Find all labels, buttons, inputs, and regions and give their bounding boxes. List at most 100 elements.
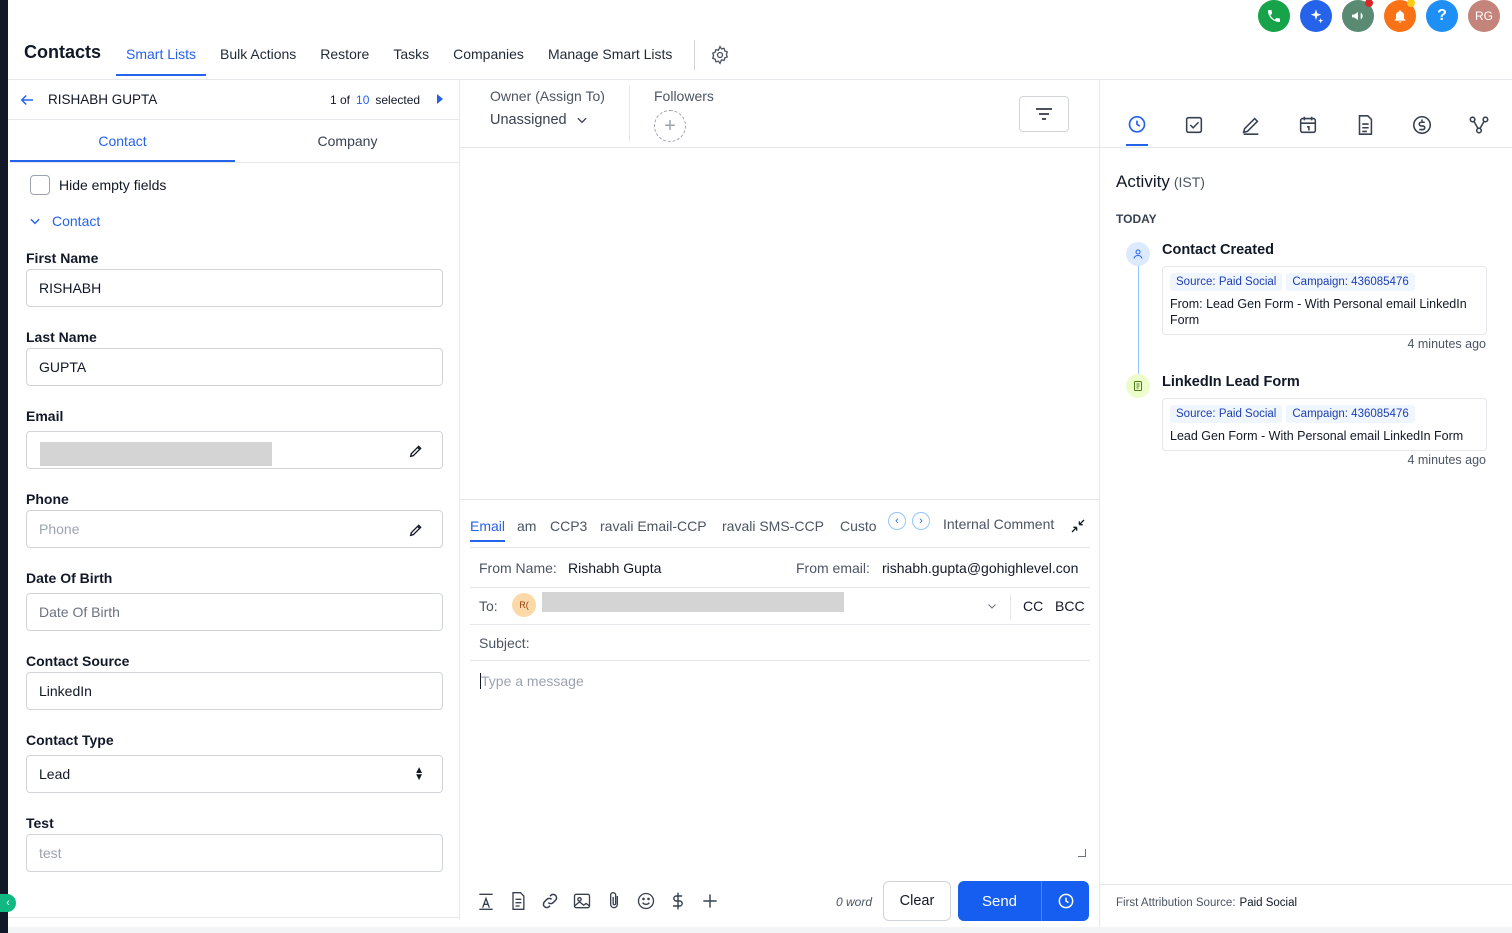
sparkle-icon[interactable] bbox=[1300, 0, 1332, 32]
megaphone-icon[interactable] bbox=[1342, 0, 1374, 32]
bcc-button[interactable]: BCC bbox=[1055, 598, 1085, 614]
cc-button[interactable]: CC bbox=[1023, 598, 1043, 614]
schedule-send-button[interactable] bbox=[1042, 881, 1089, 921]
divider bbox=[1010, 594, 1011, 620]
contact-type-select[interactable]: Lead ▲ ▼ bbox=[26, 755, 443, 793]
tab-companies[interactable]: Companies bbox=[443, 36, 534, 76]
note-pen-icon[interactable] bbox=[1240, 114, 1262, 136]
dollar-icon[interactable] bbox=[668, 891, 688, 911]
phone-field[interactable]: Phone bbox=[26, 510, 443, 548]
text-format-icon[interactable] bbox=[476, 891, 496, 911]
chevron-down-icon[interactable] bbox=[986, 600, 998, 612]
minimize-icon[interactable] bbox=[1070, 518, 1086, 534]
pencil-icon[interactable] bbox=[408, 443, 424, 459]
avatar[interactable]: RG bbox=[1468, 0, 1500, 32]
page-title: Contacts bbox=[24, 42, 102, 62]
attribution-footer: First Attribution Source: Paid Social bbox=[1100, 884, 1512, 922]
attachment-icon[interactable] bbox=[604, 891, 624, 911]
tab-contact[interactable]: Contact bbox=[10, 120, 235, 162]
emoji-icon[interactable] bbox=[636, 891, 656, 911]
task-icon[interactable] bbox=[1183, 114, 1205, 136]
channel-tab-custom[interactable]: Custo bbox=[840, 518, 877, 534]
send-button[interactable]: Send bbox=[958, 881, 1041, 921]
channel-tab-ravali-email[interactable]: ravali Email-CCP bbox=[600, 518, 707, 534]
activity-title: Activity (IST) bbox=[1116, 172, 1205, 192]
contact-source-field[interactable]: LinkedIn bbox=[26, 672, 443, 710]
gear-icon[interactable] bbox=[710, 45, 730, 65]
subject-label: Subject: bbox=[479, 635, 530, 651]
last-name-label: Last Name bbox=[26, 329, 97, 345]
message-input[interactable]: Type a message bbox=[470, 661, 1090, 861]
link-icon[interactable] bbox=[540, 891, 560, 911]
template-icon[interactable] bbox=[508, 891, 528, 911]
scroll-left-icon[interactable]: ‹ bbox=[888, 512, 906, 530]
subject-row[interactable]: Subject: bbox=[470, 625, 1090, 661]
tab-company[interactable]: Company bbox=[235, 120, 460, 162]
select-arrows-icon: ▲ ▼ bbox=[414, 765, 424, 783]
filter-icon bbox=[1036, 108, 1052, 120]
back-arrow-icon[interactable] bbox=[18, 91, 36, 109]
from-name-value[interactable]: Rishabh Gupta bbox=[568, 560, 661, 576]
owner-value: Unassigned bbox=[490, 112, 567, 128]
from-email-value[interactable]: rishabh.gupta@gohighlevel.con bbox=[882, 560, 1090, 576]
divider bbox=[629, 86, 630, 142]
calendar-icon[interactable] bbox=[1297, 114, 1319, 136]
payment-icon[interactable] bbox=[1411, 114, 1433, 136]
dob-label: Date Of Birth bbox=[26, 570, 113, 586]
next-record-icon[interactable] bbox=[437, 94, 443, 104]
hide-empty-label: Hide empty fields bbox=[59, 177, 167, 193]
resize-handle[interactable] bbox=[1078, 849, 1086, 857]
test-field[interactable]: test bbox=[26, 834, 443, 872]
channel-tab-ravali-sms[interactable]: ravali SMS-CCP bbox=[722, 518, 824, 534]
source-chip: Source: Paid Social bbox=[1170, 273, 1283, 291]
tab-restore[interactable]: Restore bbox=[310, 36, 379, 76]
internal-comment-tab[interactable]: Internal Comment bbox=[943, 516, 1054, 532]
from-email-label: From email: bbox=[796, 560, 870, 576]
channel-tab-email[interactable]: Email bbox=[470, 518, 506, 542]
contact-name: RISHABH GUPTA bbox=[48, 92, 158, 107]
plus-icon[interactable] bbox=[700, 891, 720, 911]
message-placeholder: Type a message bbox=[481, 673, 584, 689]
form-icon bbox=[1126, 374, 1150, 398]
scroll-right-icon[interactable]: › bbox=[912, 512, 930, 530]
campaign-chip: Campaign: 436085476 bbox=[1286, 405, 1415, 423]
document-icon[interactable] bbox=[1354, 114, 1376, 136]
day-label: TODAY bbox=[1116, 212, 1157, 226]
channel-tab-am[interactable]: am bbox=[517, 518, 536, 534]
activity-icon[interactable] bbox=[1126, 114, 1148, 146]
contact-source-label: Contact Source bbox=[26, 653, 130, 669]
phone-placeholder: Phone bbox=[39, 521, 80, 537]
phone-icon[interactable] bbox=[1258, 0, 1290, 32]
filter-button[interactable] bbox=[1019, 96, 1069, 132]
add-follower-button[interactable]: + bbox=[654, 110, 686, 142]
bell-icon[interactable] bbox=[1384, 0, 1416, 32]
email-field[interactable] bbox=[26, 431, 443, 469]
source-chip: Source: Paid Social bbox=[1170, 405, 1283, 423]
redacted-recipient[interactable] bbox=[542, 592, 844, 612]
first-name-field[interactable]: RISHABH bbox=[26, 269, 443, 307]
workflow-icon[interactable] bbox=[1468, 114, 1490, 136]
hide-empty-toggle[interactable]: Hide empty fields bbox=[30, 175, 166, 195]
activity-item-time: 4 minutes ago bbox=[1407, 453, 1486, 467]
pencil-icon[interactable] bbox=[408, 522, 424, 538]
owner-select[interactable]: Unassigned bbox=[490, 112, 589, 128]
tab-bulk-actions[interactable]: Bulk Actions bbox=[210, 36, 306, 76]
help-icon[interactable]: ? bbox=[1426, 0, 1458, 32]
detail-tabs: Contact Company bbox=[10, 120, 460, 163]
activity-chips: Source: Paid Social Campaign: 436085476 bbox=[1170, 273, 1479, 291]
timezone-label: (IST) bbox=[1173, 174, 1205, 190]
activity-item-title: LinkedIn Lead Form bbox=[1162, 374, 1300, 390]
tab-smart-lists[interactable]: Smart Lists bbox=[116, 36, 207, 76]
clear-button[interactable]: Clear bbox=[883, 881, 951, 921]
dob-field[interactable]: Date Of Birth bbox=[26, 593, 443, 631]
hide-empty-checkbox[interactable] bbox=[30, 175, 50, 195]
tab-tasks[interactable]: Tasks bbox=[383, 36, 439, 76]
channel-tabs: Email am CCP3 ravali Email-CCP ravali SM… bbox=[470, 500, 1090, 548]
contact-section-toggle[interactable]: Contact bbox=[28, 213, 100, 229]
last-name-field[interactable]: GUPTA bbox=[26, 348, 443, 386]
image-icon[interactable] bbox=[572, 891, 592, 911]
phone-label: Phone bbox=[26, 491, 69, 507]
record-total[interactable]: 10 bbox=[356, 93, 369, 107]
tab-manage-smart-lists[interactable]: Manage Smart Lists bbox=[538, 36, 683, 76]
channel-tab-ccp3[interactable]: CCP3 bbox=[550, 518, 587, 534]
